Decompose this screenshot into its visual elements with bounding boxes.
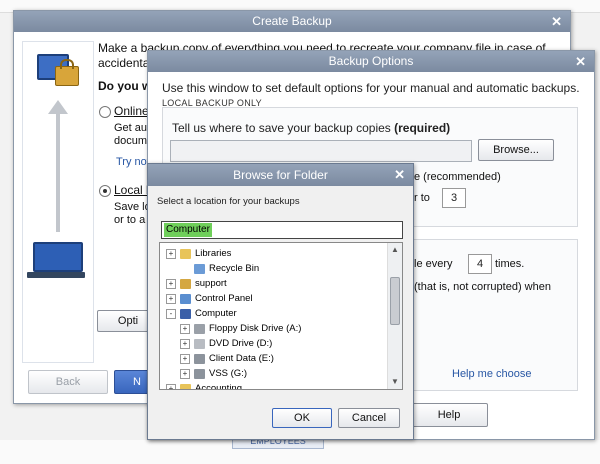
tree-row-label: VSS (G:) — [209, 368, 248, 379]
arrow-line — [56, 112, 60, 232]
cancel-button[interactable]: Cancel — [338, 408, 400, 428]
ok-button[interactable]: OK — [272, 408, 332, 428]
help-me-choose-link[interactable]: Help me choose — [452, 368, 532, 380]
expand-icon[interactable]: + — [180, 323, 190, 334]
required-text: (required) — [394, 121, 451, 135]
tree-row-label: Client Data (E:) — [209, 353, 274, 364]
backup-frequency-input[interactable]: 4 — [468, 254, 492, 274]
backup-options-intro: Use this window to set default options f… — [162, 81, 580, 95]
dvd-icon — [194, 338, 205, 349]
expand-icon[interactable]: + — [180, 368, 190, 379]
times-suffix-text: times. — [495, 258, 525, 270]
expand-icon[interactable]: + — [166, 293, 176, 304]
close-icon[interactable]: ✕ — [551, 11, 562, 32]
scroll-thumb[interactable] — [390, 277, 400, 325]
tree-row[interactable]: - Computer — [166, 306, 237, 321]
local-backup-section-label: LOCAL BACKUP ONLY — [162, 98, 262, 108]
tree-row-label: Libraries — [195, 248, 232, 259]
browse-button[interactable]: Browse... — [478, 139, 554, 161]
network-drive-icon — [194, 353, 205, 364]
backup-options-title: Backup Options — [328, 54, 414, 68]
tree-row-label: Accounting — [195, 383, 243, 390]
browse-folder-titlebar[interactable]: Browse for Folder ✕ — [148, 164, 413, 186]
control-panel-icon — [180, 293, 191, 304]
expand-icon[interactable]: + — [166, 383, 176, 389]
tree-row[interactable]: + Accounting — [166, 381, 243, 390]
floppy-icon — [194, 323, 205, 334]
tree-row-label: support — [195, 278, 227, 289]
scroll-up-icon[interactable]: ▲ — [388, 243, 402, 257]
backup-path-field[interactable] — [170, 140, 472, 162]
online-backup-radio[interactable] — [99, 106, 111, 118]
tree-row-label: DVD Drive (D:) — [209, 338, 273, 349]
close-icon[interactable]: ✕ — [575, 51, 586, 72]
browse-folder-dialog: Browse for Folder ✕ Select a location fo… — [147, 163, 414, 440]
expand-icon[interactable]: + — [166, 248, 176, 259]
laptop-base — [27, 272, 85, 278]
user-folder-icon — [180, 278, 191, 289]
lock-icon — [55, 59, 79, 86]
browse-folder-title: Browse for Folder — [233, 168, 328, 182]
back-button[interactable]: Back — [28, 370, 108, 394]
local-desc-1: Save lo — [114, 201, 151, 213]
recycle-bin-icon — [194, 263, 205, 274]
tree-row[interactable]: + support — [166, 276, 227, 291]
network-drive-icon — [194, 368, 205, 379]
collapse-icon[interactable]: - — [166, 308, 176, 319]
create-backup-titlebar[interactable]: Create Backup ✕ — [14, 11, 570, 32]
expand-icon[interactable]: + — [166, 278, 176, 289]
save-location-label: Tell us where to save your backup copies… — [172, 121, 450, 135]
browse-prompt: Select a location for your backups — [157, 196, 300, 207]
tree-row-label: Computer — [195, 308, 237, 319]
tree-row[interactable]: + DVD Drive (D:) — [180, 336, 272, 351]
tree-row-label: Recycle Bin — [209, 263, 260, 274]
backup-limit-input[interactable]: 3 — [442, 188, 466, 208]
tree-row-label: Floppy Disk Drive (A:) — [209, 323, 302, 334]
local-desc-2: or to a f — [114, 214, 152, 226]
save-location-text: Tell us where to save your backup copies — [172, 121, 391, 135]
expand-icon[interactable]: + — [180, 353, 190, 364]
selected-folder-text: Computer — [164, 223, 212, 237]
tree-row[interactable]: + Floppy Disk Drive (A:) — [180, 321, 301, 336]
create-backup-title: Create Backup — [252, 14, 332, 28]
laptop-icon — [33, 242, 83, 272]
computer-icon — [180, 308, 191, 319]
folder-icon — [180, 383, 191, 389]
scroll-down-icon[interactable]: ▼ — [388, 375, 402, 389]
tree-row[interactable]: + Control Panel — [166, 291, 253, 306]
backup-illustration — [22, 41, 94, 363]
tree-row[interactable]: + VSS (G:) — [180, 366, 247, 381]
help-button[interactable]: Help — [410, 403, 488, 427]
expand-icon[interactable]: + — [180, 338, 190, 349]
tree-row-label: Control Panel — [195, 293, 253, 304]
limit-prefix-text: r to — [414, 192, 430, 204]
folder-tree[interactable]: ▲ ▼ + Libraries Recycle Bin + support + Contro… — [159, 242, 403, 390]
local-backup-radio[interactable] — [99, 185, 111, 197]
backup-options-titlebar[interactable]: Backup Options ✕ — [148, 51, 594, 72]
tree-row[interactable]: + Client Data (E:) — [180, 351, 274, 366]
verify-text: (that is, not corrupted) when — [414, 281, 551, 293]
tree-row[interactable]: Recycle Bin — [180, 261, 259, 276]
tree-scrollbar[interactable]: ▲ ▼ — [387, 243, 402, 389]
selected-folder-field[interactable]: Computer — [161, 221, 403, 239]
tree-row[interactable]: + Libraries — [166, 246, 231, 261]
close-icon[interactable]: ✕ — [394, 164, 405, 186]
recommended-text: e (recommended) — [414, 171, 501, 183]
every-prefix-text: le every — [414, 258, 453, 270]
libraries-icon — [180, 248, 191, 259]
